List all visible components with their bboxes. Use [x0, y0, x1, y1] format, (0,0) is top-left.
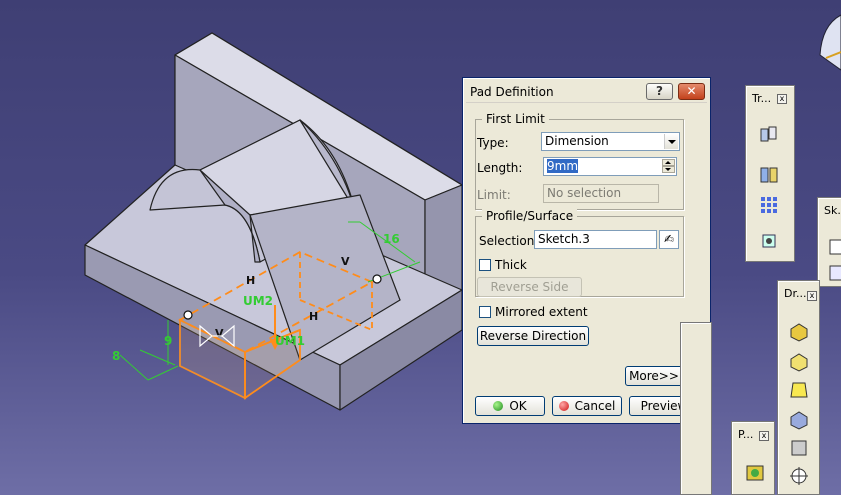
sketcher-toolbar: Sk...: [817, 197, 841, 287]
shell-icon[interactable]: [788, 409, 810, 431]
help-button[interactable]: ?: [646, 83, 673, 100]
close-button[interactable]: ✕: [678, 83, 705, 100]
length-spinner[interactable]: [662, 159, 675, 174]
profile-surface-legend: Profile/Surface: [482, 209, 578, 223]
dialog-title: Pad Definition: [470, 85, 554, 99]
ok-button[interactable]: OK: [475, 396, 545, 416]
selection-field[interactable]: Sketch.3: [534, 230, 657, 249]
scaling-icon[interactable]: [758, 230, 780, 252]
thickness-icon[interactable]: [788, 437, 810, 459]
mirrored-extent-label: Mirrored extent: [495, 305, 588, 319]
type-label: Type:: [477, 136, 509, 150]
dimension-9[interactable]: 9: [164, 334, 172, 348]
dimension-8[interactable]: 8: [112, 349, 120, 363]
constraint-um1[interactable]: UM1: [275, 334, 305, 348]
transformations-close-icon[interactable]: x: [777, 94, 787, 104]
more-button[interactable]: More>>: [625, 366, 683, 386]
dress-up-close-icon[interactable]: x: [807, 291, 817, 301]
part-toolbar-title: P...: [738, 428, 754, 441]
constraint-um2[interactable]: UM2: [243, 294, 273, 308]
type-value: Dimension: [545, 134, 609, 148]
first-limit-legend: First Limit: [482, 112, 549, 126]
partial-panel: [680, 322, 712, 495]
dress-up-toolbar: Dr... x: [777, 280, 820, 495]
pad-definition-dialog: Pad Definition ? ✕ First Limit Type: Dim…: [462, 77, 711, 424]
positioned-sketch-icon[interactable]: [828, 262, 841, 284]
part-close-icon[interactable]: x: [759, 431, 769, 441]
part-toolbar: P... x: [731, 421, 775, 495]
dress-up-toolbar-title: Dr...: [784, 287, 807, 300]
length-value: 9mm: [547, 159, 579, 173]
cancel-label: Cancel: [574, 399, 616, 413]
selection-label: Selection:: [479, 234, 539, 248]
limit-label: Limit:: [477, 188, 511, 202]
chamfer-icon[interactable]: [788, 351, 810, 373]
sketcher-toolbar-title: Sk...: [824, 204, 841, 217]
constraint-h-mid[interactable]: H: [309, 310, 318, 323]
dimension-16[interactable]: 16: [383, 232, 400, 246]
sketch-icon[interactable]: [828, 236, 841, 258]
sketcher-icon[interactable]: ✍: [659, 230, 679, 249]
limit-field: No selection: [543, 184, 659, 203]
constraint-h-top[interactable]: H: [246, 274, 255, 287]
fillet-icon[interactable]: [788, 321, 810, 343]
reverse-direction-button[interactable]: Reverse Direction: [477, 326, 589, 346]
mirrored-extent-checkbox[interactable]: [479, 306, 491, 318]
length-label: Length:: [477, 161, 523, 175]
constraint-v-left[interactable]: V: [215, 327, 224, 340]
thread-icon[interactable]: [788, 465, 810, 487]
type-dropdown[interactable]: Dimension: [541, 132, 680, 151]
thick-checkbox[interactable]: [479, 259, 491, 271]
ok-label: OK: [509, 399, 527, 413]
reverse-side-button[interactable]: Reverse Side: [477, 277, 582, 297]
cancel-icon: [558, 401, 569, 411]
constraint-v-right[interactable]: V: [341, 255, 350, 268]
pocket-icon[interactable]: [744, 462, 766, 484]
chevron-down-icon[interactable]: [664, 134, 678, 149]
draft-icon[interactable]: [788, 379, 810, 401]
cancel-button[interactable]: Cancel: [552, 396, 622, 416]
thick-label: Thick: [495, 258, 527, 272]
symmetry-icon[interactable]: [758, 164, 780, 186]
transformations-toolbar-title: Tr...: [752, 92, 772, 105]
compass-icon[interactable]: [819, 14, 841, 71]
pattern-icon[interactable]: [758, 194, 780, 216]
translate-icon[interactable]: [758, 124, 780, 146]
3d-viewport[interactable]: 16 9 8 UM2 UM1 H H V V: [0, 0, 841, 495]
dialog-titlebar[interactable]: Pad Definition ? ✕: [466, 81, 707, 103]
transformations-toolbar: Tr... x: [745, 85, 795, 262]
ok-icon: [493, 401, 504, 411]
length-input[interactable]: 9mm: [543, 157, 677, 176]
